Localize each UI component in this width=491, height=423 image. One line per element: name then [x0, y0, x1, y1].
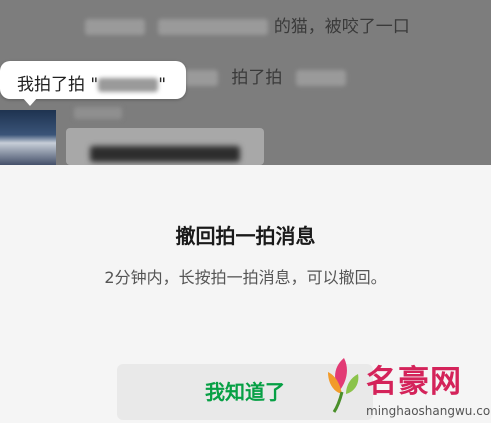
blurred-name [85, 19, 145, 35]
watermark-name: 名豪网 [366, 364, 462, 400]
blurred-name [295, 70, 346, 86]
leaf-logo-icon [328, 358, 359, 413]
tooltip-tail [22, 97, 38, 106]
dialog-title: 撤回拍一拍消息 [175, 224, 316, 248]
blurred-name [158, 19, 269, 35]
message-suffix: 的猫，被咬了一口 [273, 17, 410, 37]
blurred-sender-name [74, 107, 122, 119]
tooltip-label: 我拍了拍 " [17, 75, 99, 95]
watermark-url: minghaoshangwu.com [366, 404, 491, 418]
tooltip-close-quote: " [158, 75, 167, 95]
message-text: 拍了拍 [231, 68, 283, 88]
shared-card[interactable] [66, 128, 264, 165]
pat-tooltip[interactable]: 我拍了拍 " " [0, 61, 186, 99]
patted-message-line-1: 的猫，被咬了一口 [85, 12, 410, 37]
dialog-description: 2分钟内，长按拍一拍消息，可以撤回。 [104, 268, 387, 287]
blurred-card-title [90, 146, 240, 162]
watermark: 名豪网 minghaoshangwu.com [322, 350, 491, 423]
avatar[interactable] [0, 110, 56, 165]
tooltip-text: 我拍了拍 " " [17, 70, 166, 95]
blurred-name [98, 78, 159, 92]
